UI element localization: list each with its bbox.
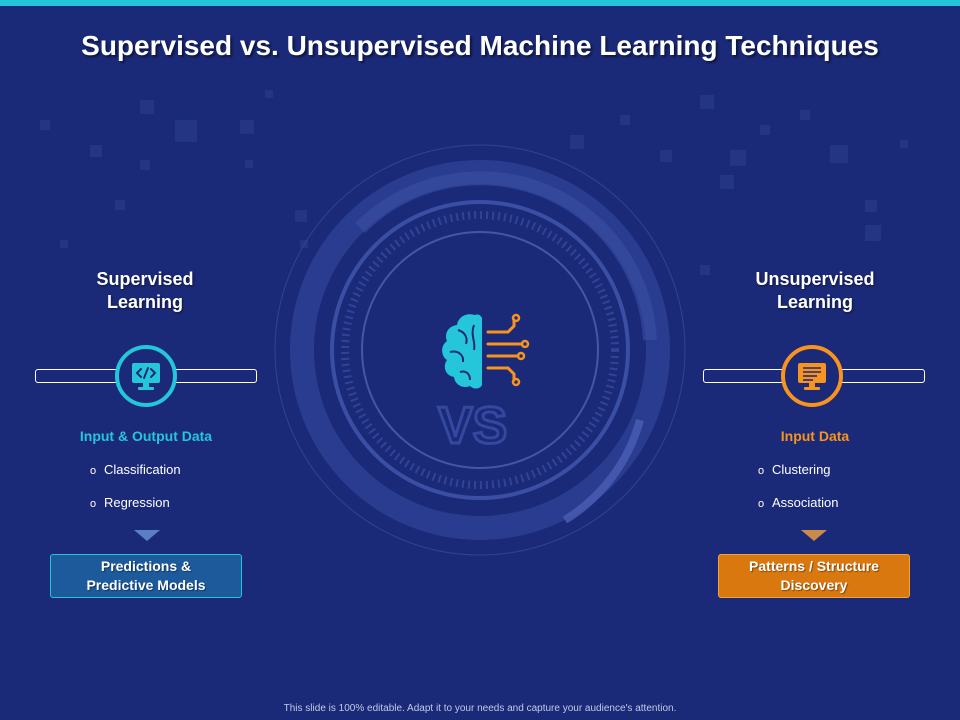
brain-circuit-icon: VS	[437, 313, 530, 455]
supervised-data-label: Input & Output Data	[79, 428, 213, 444]
supervised-result-line1: Predictions &	[100, 558, 192, 574]
supervised-down-arrow	[134, 530, 160, 541]
unsupervised-result-line1: Patterns / Structure	[749, 558, 879, 574]
supervised-heading-line1: Supervised	[96, 269, 194, 289]
supervised-result-line2: Predictive Models	[86, 577, 206, 593]
footer-note: This slide is 100% editable. Adapt it to…	[283, 703, 677, 714]
supervised-bullet-2: o Regression	[90, 495, 170, 510]
supervised-bullet-1: o Classification	[90, 462, 181, 477]
unsupervised-heading: Unsupervised Learning	[715, 268, 915, 314]
monitor-code-icon	[132, 363, 160, 390]
unsupervised-bullet-1: o Clustering	[758, 462, 831, 477]
supervised-bullet-1-text: Classification	[104, 462, 181, 477]
unsupervised-bullet-2-text: Association	[772, 495, 839, 510]
supervised-bullet-2-text: Regression	[104, 495, 170, 510]
unsupervised-heading-line1: Unsupervised	[755, 269, 875, 289]
unsupervised-heading-line2: Learning	[776, 292, 853, 312]
page-title: Supervised vs. Unsupervised Machine Lear…	[81, 30, 879, 61]
supervised-icon-circle	[115, 345, 177, 407]
supervised-result-box: Predictions & Predictive Models	[50, 554, 242, 598]
unsupervised-result-line2: Discovery	[780, 577, 848, 593]
unsupervised-result-box: Patterns / Structure Discovery	[718, 554, 910, 598]
unsupervised-bullet-2: o Association	[758, 495, 839, 510]
unsupervised-bullet-1-text: Clustering	[772, 462, 831, 477]
unsupervised-icon-circle	[781, 345, 843, 407]
supervised-heading-line2: Learning	[106, 292, 183, 312]
unsupervised-down-arrow	[801, 530, 827, 541]
supervised-heading: Supervised Learning	[45, 268, 245, 314]
vs-text: VS	[438, 397, 507, 455]
monitor-document-icon	[798, 363, 826, 390]
unsupervised-data-label: Input Data	[780, 428, 850, 444]
